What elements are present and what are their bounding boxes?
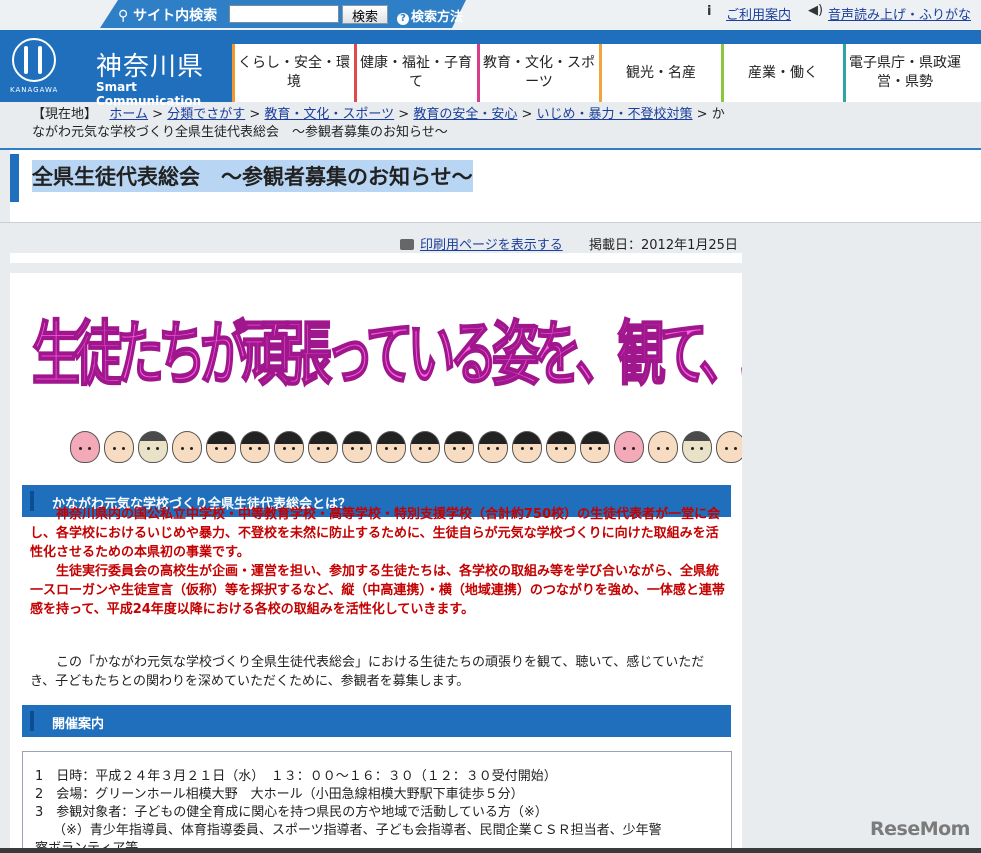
face-illustration-icon bbox=[104, 431, 134, 463]
prefecture-name: 神奈川県 bbox=[96, 52, 205, 82]
site-search-label: ⚲ サイト内検索 bbox=[118, 8, 218, 24]
nav-item[interactable]: 健康・福祉・子育て bbox=[354, 44, 475, 102]
nav-item[interactable]: 観光・名産 bbox=[599, 44, 720, 102]
face-illustration-icon bbox=[138, 431, 168, 463]
breadcrumb-link[interactable]: 教育の安全・安心 bbox=[413, 107, 517, 122]
divider bbox=[0, 222, 981, 223]
event-audience-line: 3 参観対象者：子どもの健全育成に関心を持つ県民の方や地域で活動している方（※） bbox=[35, 805, 548, 820]
face-illustration-icon bbox=[172, 431, 202, 463]
breadcrumb-link[interactable]: いじめ・暴力・不登校対策 bbox=[537, 107, 693, 122]
title-bar: 全県生徒代表総会 ～参観者募集のお知らせ～ bbox=[10, 150, 981, 222]
printer-icon bbox=[400, 239, 414, 250]
section-heading-event-text: 開催案内 bbox=[52, 717, 105, 732]
info-icon: i bbox=[707, 4, 712, 19]
body-paragraph: この「かながわ元気な学校づくり全県生徒代表総会」における生徒たちの頑張りを観て、… bbox=[30, 653, 726, 691]
tagline: Smart Communication bbox=[96, 80, 202, 108]
bottom-strip bbox=[0, 848, 981, 853]
utility-bar: ⚲ サイト内検索 検索 ? 検索方法 i ご利用案内 ◀) 音声読み上げ・ふりがな bbox=[0, 0, 981, 30]
site-header: KANAGAWA 神奈川県 Smart Communication くらし・安全… bbox=[0, 30, 981, 108]
face-illustration-icon bbox=[682, 431, 712, 463]
event-date-line: 1 日時：平成２４年３月２１日（水） １３：００～１６：３０（１２：３０受付開始… bbox=[35, 769, 557, 784]
nav-item[interactable]: くらし・安全・環境 bbox=[232, 44, 353, 102]
spacer bbox=[10, 253, 742, 263]
face-illustration-icon bbox=[648, 431, 678, 463]
global-nav: くらし・安全・環境 健康・福祉・子育て 教育・文化・スポーツ 観光・名産 産業・働く 電子… bbox=[232, 44, 981, 102]
face-illustration-icon bbox=[512, 431, 542, 463]
face-illustration-icon bbox=[240, 431, 270, 463]
highlight-paragraphs: 神奈川県内の国公私立中学校・中等教育学校・高等学校・特別支援学校（合計約750校… bbox=[30, 505, 726, 619]
print-link[interactable]: 印刷用ページを表示する bbox=[400, 234, 563, 253]
event-info-box: 1 日時：平成２４年３月２１日（水） １３：００～１６：３０（１２：３０受付開始… bbox=[22, 751, 732, 853]
highlight-paragraph: 生徒実行委員会の高校生が企画・運営を担い、参加する生徒たちは、各学校の取組み等を… bbox=[30, 564, 725, 617]
search-help-link[interactable]: ? 検索方法 bbox=[397, 6, 463, 25]
page-title: 全県生徒代表総会 ～参観者募集のお知らせ～ bbox=[32, 160, 473, 192]
prefecture-logo[interactable]: KANAGAWA 神奈川県 Smart Communication bbox=[10, 34, 210, 108]
read-aloud-link[interactable]: 音声読み上げ・ふりがな bbox=[828, 4, 971, 23]
search-button[interactable]: 検索 bbox=[342, 5, 388, 25]
face-illustration-icon bbox=[716, 431, 742, 463]
content-card: 生徒たちが頑張っている姿を、観て、聴いて、感じてみませんか？ かながわ元気な学校… bbox=[10, 273, 742, 853]
faces-illustration bbox=[70, 431, 742, 467]
face-illustration-icon bbox=[70, 431, 100, 463]
search-help-text: 検索方法 bbox=[411, 10, 464, 25]
breadcrumb-link[interactable]: 分類でさがす bbox=[167, 107, 245, 122]
site-search-label-text: サイト内検索 bbox=[133, 8, 218, 24]
event-venue-line: 2 会場：グリーンホール相模大野 大ホール（小田急線相模大野駅下車徒歩５分） bbox=[35, 787, 524, 802]
face-illustration-icon bbox=[614, 431, 644, 463]
section-heading-event: 開催案内 bbox=[22, 705, 731, 737]
body-paragraph-text: この「かながわ元気な学校づくり全県生徒代表総会」における生徒たちの頑張りを観て、… bbox=[30, 655, 705, 689]
help-icon: ? bbox=[397, 13, 409, 25]
posted-date: 掲載日：2012年1月25日 bbox=[589, 238, 738, 253]
face-illustration-icon bbox=[308, 431, 338, 463]
face-illustration-icon bbox=[274, 431, 304, 463]
breadcrumb-link[interactable]: ホーム bbox=[109, 107, 148, 122]
nav-item[interactable]: 産業・働く bbox=[721, 44, 842, 102]
face-illustration-icon bbox=[580, 431, 610, 463]
title-accent bbox=[10, 154, 19, 202]
nav-item[interactable]: 電子県庁・県政運営・県勢 bbox=[843, 44, 964, 102]
face-illustration-icon bbox=[206, 431, 236, 463]
logo-sub-text: KANAGAWA bbox=[10, 86, 59, 94]
face-illustration-icon bbox=[376, 431, 406, 463]
face-illustration-icon bbox=[410, 431, 440, 463]
breadcrumb: 【現在地】 ホーム > 分類でさがす > 教育・文化・スポーツ > 教育の安全・… bbox=[32, 107, 725, 140]
face-illustration-icon bbox=[478, 431, 508, 463]
search-input[interactable] bbox=[229, 5, 339, 23]
print-link-text[interactable]: 印刷用ページを表示する bbox=[420, 238, 563, 253]
nav-item[interactable]: 教育・文化・スポーツ bbox=[477, 44, 598, 102]
breadcrumb-prefix: 【現在地】 bbox=[32, 107, 98, 122]
face-illustration-icon bbox=[546, 431, 576, 463]
face-illustration-icon bbox=[342, 431, 372, 463]
kanagawa-emblem-icon bbox=[12, 38, 56, 82]
usage-guide-link[interactable]: ご利用案内 bbox=[726, 4, 791, 23]
event-note-line: （※）青少年指導員、体育指導委員、スポーツ指導者、子ども会指導者、民間企業ＣＳＲ… bbox=[53, 823, 662, 838]
highlight-paragraph: 神奈川県内の国公私立中学校・中等教育学校・高等学校・特別支援学校（合計約750校… bbox=[30, 507, 721, 560]
speaker-icon: ◀) bbox=[808, 3, 824, 18]
resemom-watermark: ReseMom bbox=[870, 818, 970, 840]
breadcrumb-link[interactable]: 教育・文化・スポーツ bbox=[264, 107, 394, 122]
face-illustration-icon bbox=[444, 431, 474, 463]
